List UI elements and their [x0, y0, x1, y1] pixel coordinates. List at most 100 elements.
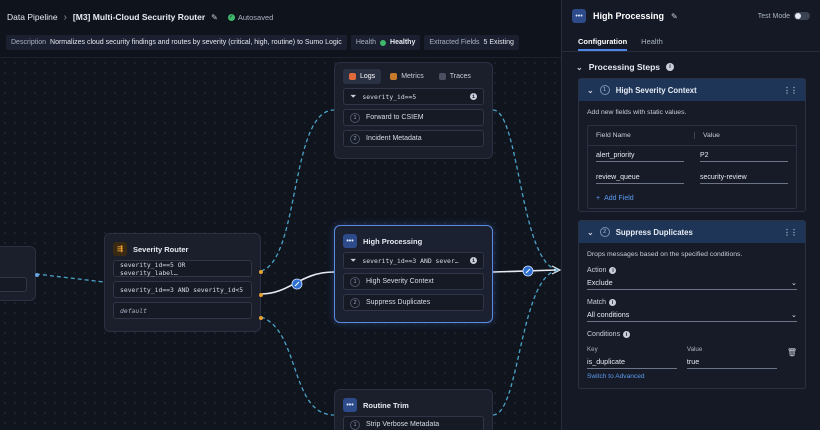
extracted-fields-chip[interactable]: Extracted Fields 5 Existing	[424, 35, 519, 50]
match-label-row: Match i	[587, 299, 797, 306]
routine-step-1[interactable]: 1 Strip Verbose Metadata	[343, 416, 484, 430]
add-field-label: Add Field	[604, 195, 634, 202]
step-2-header[interactable]: ⌄ 2 Suppress Duplicates ⋮⋮	[579, 221, 805, 243]
step-number: 2	[350, 133, 360, 144]
section-title: Processing Steps	[588, 62, 661, 72]
critical-step-1[interactable]: 1 Forward to CSIEM	[343, 109, 484, 126]
description-label: Description	[11, 39, 47, 46]
info-icon[interactable]: i	[470, 93, 477, 100]
critical-filter[interactable]: ⏷ severity_id==5 i	[343, 88, 484, 105]
traces-icon	[438, 73, 446, 80]
tab-metrics[interactable]: Metrics	[384, 69, 430, 84]
description-value: Normalizes cloud security findings and r…	[50, 39, 342, 46]
high-step-1[interactable]: 1 High Severity Context	[343, 273, 484, 290]
chevron-down-icon: ⌄	[587, 85, 594, 95]
filter-icon: ⏷	[350, 255, 357, 265]
route-label: default	[120, 306, 147, 315]
step-number: 1	[350, 419, 360, 430]
tab-logs[interactable]: Logs	[343, 69, 382, 84]
test-mode-label: Test Mode	[757, 12, 790, 20]
filter-icon: ⏷	[350, 91, 357, 101]
table-row: review_queue security-review	[588, 168, 796, 190]
info-icon[interactable]: i	[609, 299, 617, 306]
high-step-2[interactable]: 2 Suppress Duplicates	[343, 294, 484, 311]
action-label-row: Action i	[587, 267, 797, 274]
router-route-default[interactable]: default	[113, 302, 252, 319]
router-route-1[interactable]: severity_id==5 OR severity_label…	[113, 260, 252, 277]
step-1-header[interactable]: ⌄ 1 High Severity Context ⋮⋮	[579, 79, 805, 101]
field-value-input[interactable]: P2	[700, 152, 788, 162]
source-port[interactable]	[35, 273, 39, 277]
value-label: Value	[686, 346, 703, 353]
critical-step-2[interactable]: 2 Incident Metadata	[343, 130, 484, 147]
info-icon[interactable]: i	[623, 331, 631, 338]
autosaved-status: ✓ Autosaved	[227, 13, 273, 22]
high-filter[interactable]: ⏷ severity_id==3 AND sever… i	[343, 252, 484, 269]
info-icon[interactable]: i	[609, 267, 617, 274]
metrics-icon	[390, 73, 398, 80]
plus-icon: +	[596, 195, 601, 202]
breadcrumb-root[interactable]: Data Pipeline	[7, 12, 58, 22]
condition-row: Key is_duplicate Value true 🗑	[587, 346, 797, 369]
action-select[interactable]: Exclude ⌄	[587, 274, 797, 290]
logs-icon	[349, 73, 356, 80]
panel-tabs: Configuration Health	[562, 32, 820, 52]
source-node[interactable]	[0, 246, 39, 301]
step-description: Add new fields with static values.	[587, 109, 687, 116]
pencil-icon[interactable]: ✎	[671, 12, 678, 21]
action-label: Action	[587, 267, 607, 274]
pipeline-title: [M3] Multi-Cloud Security Router	[72, 12, 206, 22]
source-row	[0, 277, 27, 292]
description-chip: Description Normalizes cloud security fi…	[6, 35, 347, 50]
info-icon[interactable]: i	[666, 63, 675, 71]
value-input[interactable]: true	[686, 353, 777, 369]
conditions-label: Conditions	[587, 331, 621, 338]
switch-to-advanced-link[interactable]: Switch to Advanced	[587, 373, 797, 380]
col-value: Value	[694, 132, 720, 139]
chevron-right-icon: ›	[63, 11, 67, 23]
key-label: Key	[587, 346, 598, 353]
match-select[interactable]: All conditions ⌄	[587, 306, 797, 322]
high-processing-node[interactable]: ••• High Processing ⏷ severity_id==3 AND…	[334, 225, 493, 323]
test-mode-toggle[interactable]	[794, 12, 810, 20]
health-dot-icon	[380, 39, 387, 46]
step-title: Suppress Duplicates	[615, 227, 693, 237]
pencil-icon[interactable]: ✎	[211, 13, 218, 22]
match-value: All conditions	[587, 310, 630, 319]
critical-node[interactable]: Logs Metrics Traces ⏷ severity_id==5 i 1…	[334, 62, 493, 159]
route-label: severity_id==5 OR severity_label…	[120, 260, 186, 277]
field-value-input[interactable]: security-review	[700, 174, 788, 184]
tab-health[interactable]: Health	[641, 32, 663, 51]
extracted-label: Extracted Fields	[429, 39, 480, 46]
top-bar: Data Pipeline › [M3] Multi-Cloud Securit…	[0, 0, 561, 34]
step-label: Incident Metadata	[366, 135, 422, 142]
trash-icon[interactable]: 🗑	[787, 348, 797, 369]
drag-handle-icon[interactable]: ⋮⋮	[783, 228, 798, 237]
step-suppress-duplicates: ⌄ 2 Suppress Duplicates ⋮⋮ Drops message…	[578, 220, 806, 389]
tab-configuration[interactable]: Configuration	[578, 32, 628, 51]
add-field-button[interactable]: + Add Field	[588, 190, 796, 208]
processing-icon: •••	[572, 9, 586, 23]
route-port-1[interactable]	[259, 270, 263, 274]
severity-router-node[interactable]: ⇶ Severity Router severity_id==5 OR seve…	[104, 233, 263, 332]
step-number: 1	[599, 85, 610, 95]
key-input[interactable]: is_duplicate	[587, 353, 677, 369]
panel-title: High Processing	[593, 11, 665, 21]
info-icon[interactable]: i	[470, 257, 477, 264]
routine-trim-node[interactable]: ••• Routine Trim 1 Strip Verbose Metadata	[334, 389, 493, 430]
router-route-2[interactable]: severity_id==3 AND severity_id<5	[113, 281, 252, 298]
field-name-input[interactable]: alert_priority	[596, 152, 684, 162]
step-number: 1	[350, 112, 360, 123]
step-number: 2	[599, 227, 610, 237]
step-description: Drops messages based on the specified co…	[587, 251, 743, 258]
table-row: alert_priority P2	[588, 146, 796, 168]
route-port-2[interactable]	[259, 293, 263, 297]
field-name-input[interactable]: review_queue	[596, 174, 684, 184]
high-header: ••• High Processing	[335, 226, 492, 252]
drag-handle-icon[interactable]: ⋮⋮	[783, 86, 798, 95]
tab-traces[interactable]: Traces	[433, 69, 477, 84]
action-value: Exclude	[587, 278, 613, 287]
route-port-default[interactable]	[259, 316, 263, 320]
col-field-name: Field Name	[596, 132, 631, 139]
processing-steps-header[interactable]: ⌄ Processing Steps i	[562, 52, 820, 78]
